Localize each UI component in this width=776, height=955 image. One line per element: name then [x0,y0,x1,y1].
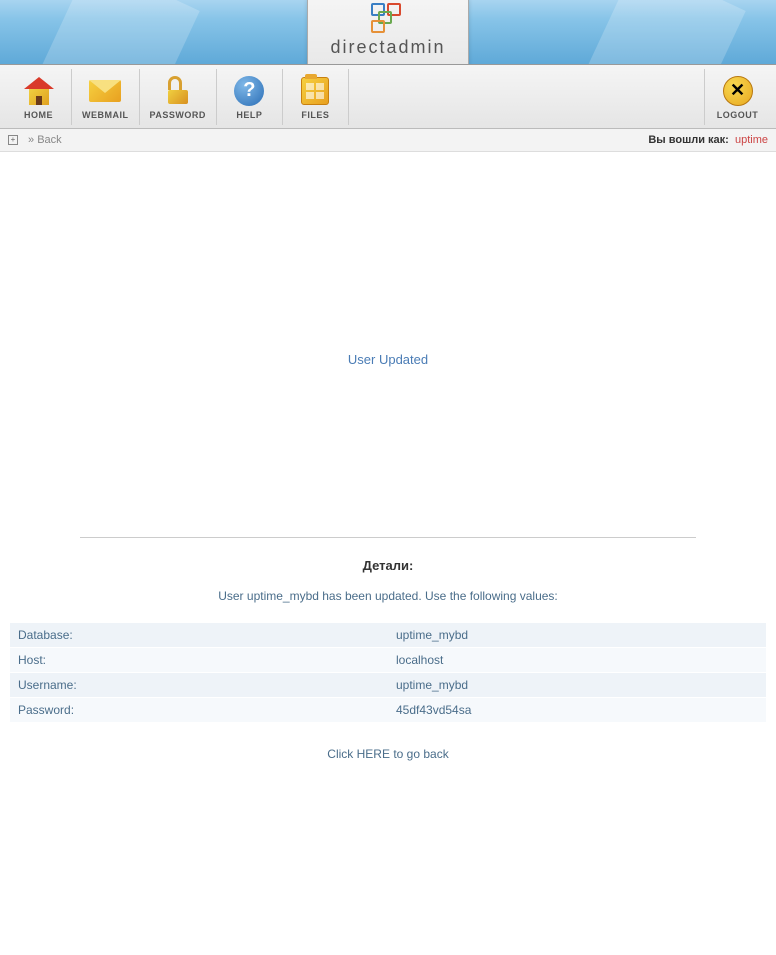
row-label: Password: [10,698,388,723]
login-user-link[interactable]: uptime [735,134,768,146]
home-button[interactable]: HOME [6,69,72,125]
header: directadmin [0,0,776,65]
folder-icon [298,74,332,108]
lock-icon [161,74,195,108]
table-row: Host: localhost [10,648,766,673]
webmail-button[interactable]: WEBMAIL [72,69,140,125]
help-label: HELP [236,110,262,120]
logout-label: LOGOUT [717,110,759,120]
row-value: 45df43vd54sa [388,698,766,723]
details-title: Детали: [10,558,766,573]
goback-prefix: Click [327,747,356,761]
table-row: Password: 45df43vd54sa [10,698,766,723]
row-value: uptime_mybd [388,673,766,698]
logo[interactable]: directadmin [307,0,468,65]
back-link[interactable]: Back [37,134,61,146]
help-icon: ? [232,74,266,108]
toolbar: HOME WEBMAIL PASSWORD ? HELP FILES ✕ LOG… [0,65,776,129]
here-link[interactable]: HERE [357,747,390,761]
password-button[interactable]: PASSWORD [140,69,217,125]
content: User Updated Детали: User uptime_mybd ha… [0,152,776,952]
goback-suffix: to go back [390,747,449,761]
files-label: FILES [301,110,329,120]
row-label: Host: [10,648,388,673]
help-button[interactable]: ? HELP [217,69,283,125]
webmail-label: WEBMAIL [82,110,129,120]
password-label: PASSWORD [150,110,206,120]
table-row: Database: uptime_mybd [10,623,766,648]
login-info: Вы вошли как: uptime [648,134,768,146]
row-value: localhost [388,648,766,673]
details-message: User uptime_mybd has been updated. Use t… [10,589,766,603]
breadcrumb-sep: » [28,134,37,146]
login-prefix: Вы вошли как: [648,134,729,146]
home-label: HOME [24,110,53,120]
divider [80,537,696,538]
files-button[interactable]: FILES [283,69,349,125]
logout-icon: ✕ [721,74,755,108]
table-row: Username: uptime_mybd [10,673,766,698]
row-label: Database: [10,623,388,648]
logo-text: directadmin [330,37,445,58]
status-message: User Updated [10,152,766,537]
mail-icon [88,74,122,108]
row-value: uptime_mybd [388,623,766,648]
logout-button[interactable]: ✕ LOGOUT [704,69,770,125]
row-label: Username: [10,673,388,698]
details-table: Database: uptime_mybd Host: localhost Us… [10,623,766,723]
expand-icon[interactable]: + [8,135,18,145]
home-icon [22,74,56,108]
goback-text: Click HERE to go back [10,723,766,785]
breadcrumb: + » Back Вы вошли как: uptime [0,129,776,152]
logo-icon [371,3,405,33]
